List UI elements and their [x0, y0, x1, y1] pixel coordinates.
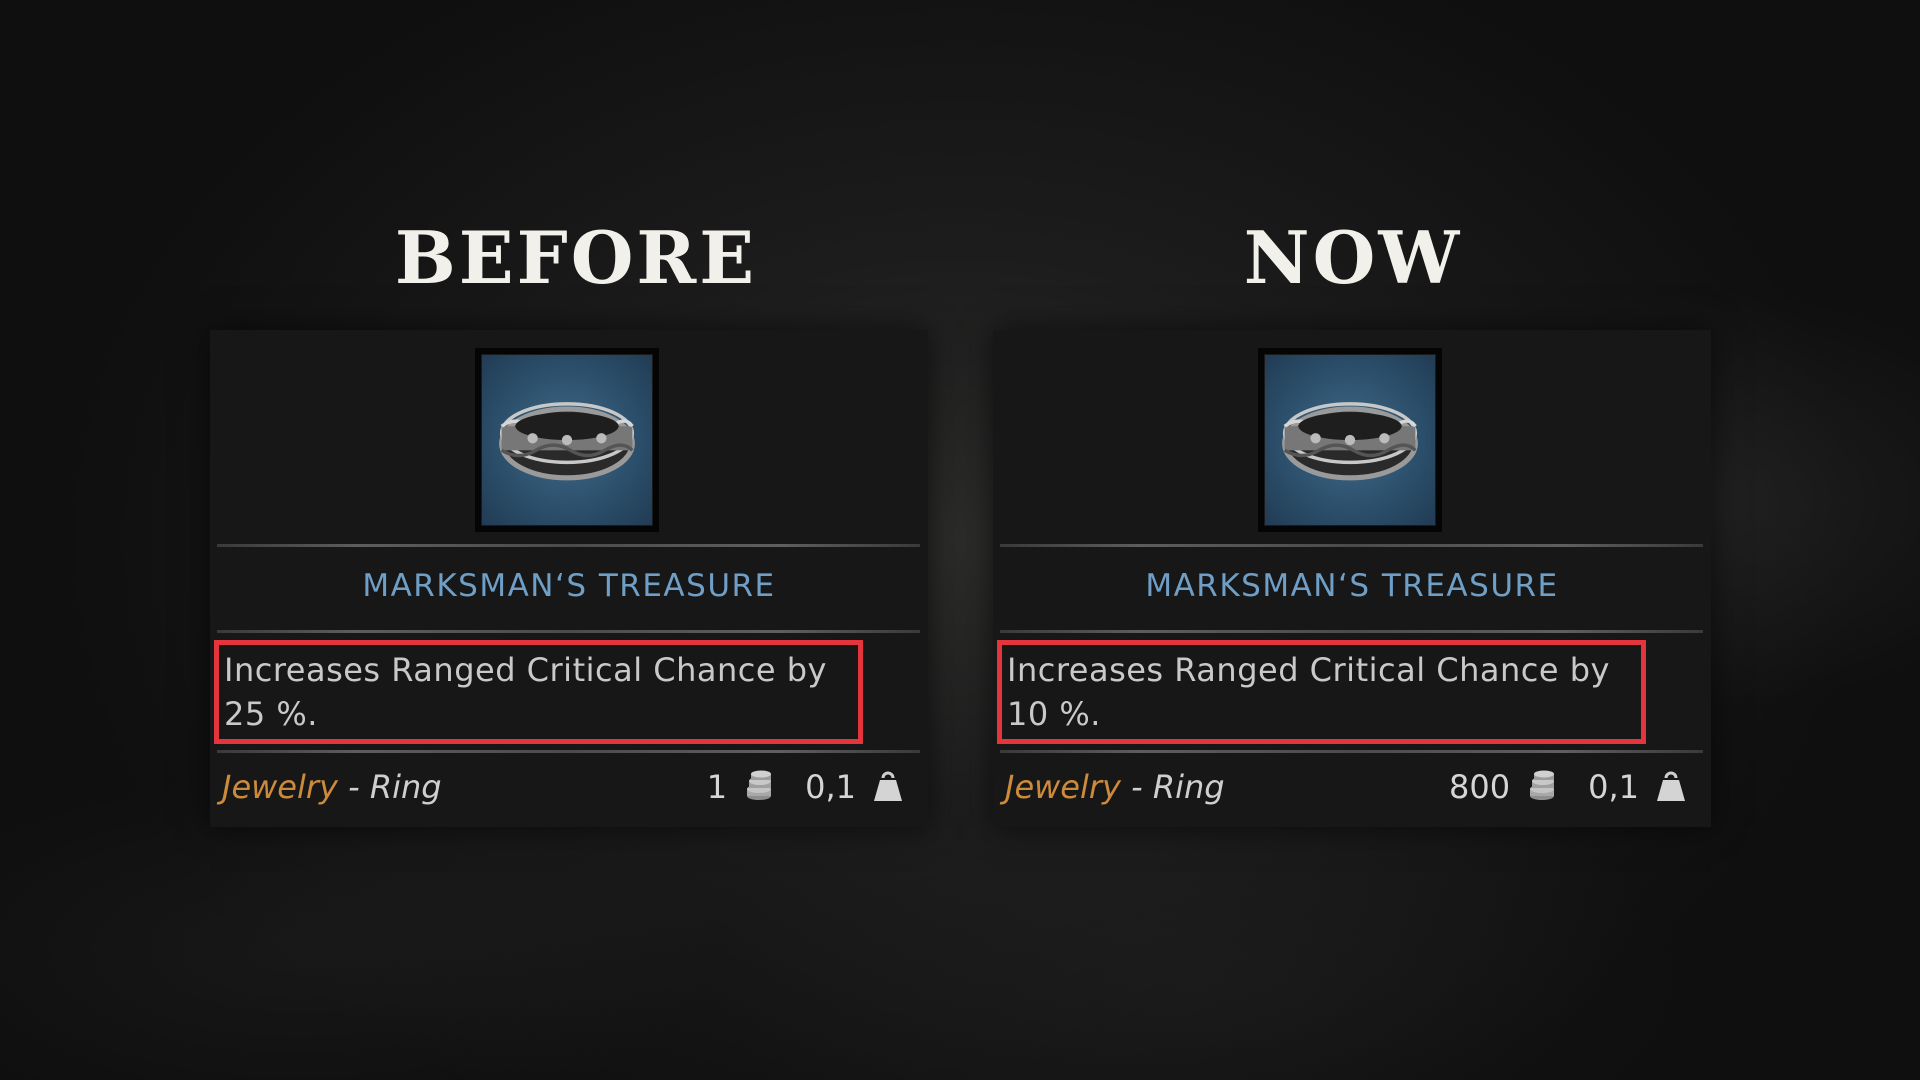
weight-icon [870, 769, 906, 805]
item-type: Jewelry - Ring [222, 768, 442, 806]
type-separator: - [337, 768, 370, 806]
description-value-line: 25 %. [224, 695, 318, 733]
item-category: Jewelry [222, 768, 338, 806]
type-separator: - [1120, 768, 1153, 806]
item-footer: Jewelry - Ring 800 0,1 [993, 760, 1711, 815]
item-description: Increases Ranged Critical Chance by 25 %… [224, 648, 864, 736]
item-footer: Jewelry - Ring 1 0,1 [210, 760, 928, 815]
divider [1000, 750, 1703, 753]
now-heading: NOW [1243, 215, 1463, 300]
weight-icon [1653, 769, 1689, 805]
item-tooltip-before: MARKSMAN‘S TREASURE Increases Ranged Cri… [210, 330, 928, 827]
item-tooltip-now: MARKSMAN‘S TREASURE Increases Ranged Cri… [993, 330, 1711, 827]
item-description: Increases Ranged Critical Chance by 10 %… [1007, 648, 1647, 736]
item-type: Jewelry - Ring [1005, 768, 1225, 806]
before-heading: BEFORE [394, 215, 758, 300]
weight-value: 0,1 [805, 768, 856, 806]
weight-value: 0,1 [1588, 768, 1639, 806]
item-category: Jewelry [1005, 768, 1121, 806]
coins-icon [741, 769, 777, 805]
item-stats: 1 0,1 [707, 768, 906, 806]
description-line: Increases Ranged Critical Chance by [1007, 651, 1610, 689]
ring-icon [1282, 402, 1418, 481]
item-thumbnail[interactable] [475, 348, 659, 532]
divider [1000, 544, 1703, 547]
item-stats: 800 0,1 [1449, 768, 1689, 806]
divider [1000, 630, 1703, 633]
description-line: Increases Ranged Critical Chance by [224, 651, 827, 689]
item-subtype: Ring [1152, 768, 1225, 806]
divider [217, 544, 920, 547]
coins-icon [1524, 769, 1560, 805]
description-value-line: 10 %. [1007, 695, 1101, 733]
item-name: MARKSMAN‘S TREASURE [1145, 568, 1559, 604]
item-thumbnail[interactable] [1258, 348, 1442, 532]
divider [217, 630, 920, 633]
item-subtype: Ring [369, 768, 442, 806]
ring-icon [499, 402, 635, 481]
divider [217, 750, 920, 753]
price-value: 1 [706, 768, 728, 806]
price-value: 800 [1449, 768, 1511, 806]
item-name: MARKSMAN‘S TREASURE [362, 568, 776, 604]
